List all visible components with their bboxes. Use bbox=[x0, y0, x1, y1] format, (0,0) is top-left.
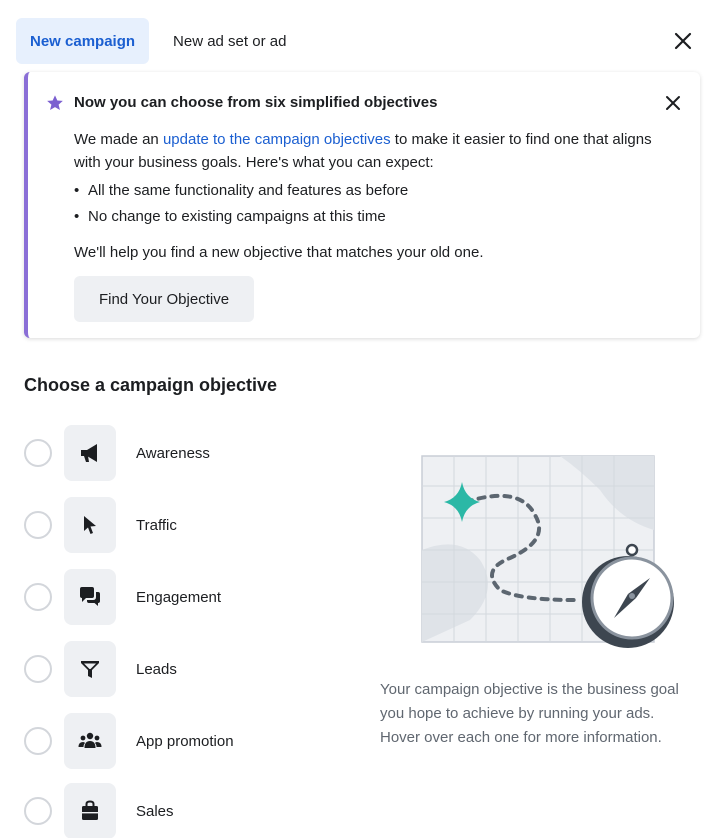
find-your-objective-button[interactable]: Find Your Objective bbox=[74, 276, 254, 322]
chat-bubbles-icon bbox=[80, 587, 100, 606]
banner-title: Now you can choose from six simplified o… bbox=[74, 94, 438, 111]
people-icon bbox=[78, 732, 102, 748]
funnel-icon bbox=[81, 661, 99, 678]
objective-icon-box bbox=[64, 425, 116, 481]
objective-label: Sales bbox=[136, 802, 174, 820]
radio-button[interactable] bbox=[24, 797, 52, 825]
bullet-item: All the same functionality and features … bbox=[74, 178, 408, 204]
tab-new-campaign[interactable]: New campaign bbox=[16, 18, 150, 64]
campaign-tabs: New campaign New ad set or ad bbox=[16, 18, 300, 64]
objective-icon-box bbox=[64, 641, 116, 697]
section-title: Choose a campaign objective bbox=[24, 375, 278, 395]
banner-note: We'll help you find a new objective that… bbox=[74, 244, 484, 261]
objective-app-promotion[interactable]: App promotion bbox=[24, 712, 324, 770]
objective-icon-box bbox=[64, 783, 116, 838]
campaign-objectives-link[interactable]: update to the campaign objectives bbox=[163, 131, 391, 148]
radio-button[interactable] bbox=[24, 655, 52, 683]
map-compass-illustration bbox=[421, 455, 674, 648]
megaphone-icon bbox=[81, 444, 97, 462]
objective-label: App promotion bbox=[136, 732, 234, 750]
banner-bullets: All the same functionality and features … bbox=[74, 178, 408, 230]
objective-leads[interactable]: Leads bbox=[24, 640, 324, 698]
bullet-item: No change to existing campaigns at this … bbox=[74, 204, 408, 230]
cursor-icon bbox=[84, 516, 96, 534]
objective-description: Your campaign objective is the business … bbox=[380, 681, 679, 746]
objective-engagement[interactable]: Engagement bbox=[24, 568, 324, 626]
objective-icon-box bbox=[64, 497, 116, 553]
radio-button[interactable] bbox=[24, 583, 52, 611]
banner-close-icon[interactable] bbox=[664, 94, 682, 112]
objectives-update-banner: Now you can choose from six simplified o… bbox=[24, 72, 700, 338]
objective-label: Leads bbox=[136, 660, 177, 678]
close-icon[interactable] bbox=[672, 30, 694, 52]
radio-button[interactable] bbox=[24, 439, 52, 467]
objective-label: Awareness bbox=[136, 444, 210, 462]
objective-label: Traffic bbox=[136, 516, 177, 534]
banner-body: We made an update to the campaign object… bbox=[74, 128, 674, 174]
radio-button[interactable] bbox=[24, 511, 52, 539]
objective-sales[interactable]: Sales bbox=[24, 782, 324, 838]
objective-traffic[interactable]: Traffic bbox=[24, 496, 324, 554]
objective-label: Engagement bbox=[136, 588, 222, 606]
shopping-bag-icon bbox=[82, 800, 98, 820]
radio-button[interactable] bbox=[24, 727, 52, 755]
star-icon bbox=[47, 95, 63, 111]
objective-icon-box bbox=[64, 569, 116, 625]
objective-icon-box bbox=[64, 713, 116, 769]
banner-body-text: We made an bbox=[74, 131, 163, 148]
objective-awareness[interactable]: Awareness bbox=[24, 424, 324, 482]
tab-new-ad-set-or-ad[interactable]: New ad set or ad bbox=[159, 18, 300, 64]
